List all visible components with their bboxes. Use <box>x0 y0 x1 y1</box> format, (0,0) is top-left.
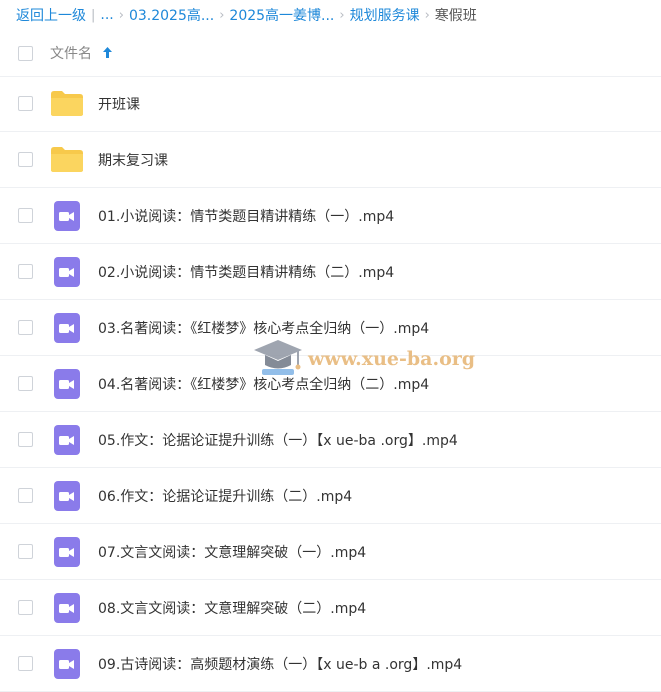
row-checkbox[interactable] <box>18 320 33 335</box>
file-row[interactable]: 开班课 <box>0 76 661 132</box>
video-file-icon[interactable] <box>50 256 84 287</box>
select-all-checkbox[interactable] <box>18 45 33 61</box>
file-name[interactable]: 07.文言文阅读：文意理解突破（一）.mp4 <box>98 542 366 562</box>
video-file-icon[interactable] <box>50 592 84 623</box>
breadcrumb-divider: | <box>91 7 96 23</box>
folder-icon[interactable] <box>50 145 84 175</box>
back-link[interactable]: 返回上一级 <box>16 5 86 25</box>
breadcrumb: 返回上一级 | ... › 03.2025高... › 2025高一姜博... … <box>16 0 477 30</box>
breadcrumb-item-3[interactable]: 规划服务课 <box>350 5 420 25</box>
row-checkbox[interactable] <box>18 488 33 503</box>
file-list-header: 文件名 <box>0 30 661 77</box>
breadcrumb-item-1[interactable]: 03.2025高... <box>129 5 214 25</box>
video-file-icon[interactable] <box>50 648 84 679</box>
file-name[interactable]: 开班课 <box>98 94 140 114</box>
row-checkbox[interactable] <box>18 656 33 671</box>
file-row[interactable]: 09.古诗阅读：高频题材演练（一）【x ue-b a .org】.mp4 <box>0 636 661 692</box>
video-file-icon[interactable] <box>50 480 84 511</box>
file-name[interactable]: 03.名著阅读：《红楼梦》核心考点全归纳（一）.mp4 <box>98 318 429 338</box>
row-checkbox[interactable] <box>18 208 33 223</box>
video-file-icon[interactable] <box>50 424 84 455</box>
breadcrumb-separator: › <box>118 7 124 23</box>
file-row[interactable]: 01.小说阅读：情节类题目精讲精练（一）.mp4 <box>0 188 661 244</box>
file-row[interactable]: 06.作文：论据论证提升训练（二）.mp4 <box>0 468 661 524</box>
breadcrumb-current: 寒假班 <box>434 8 477 24</box>
file-row[interactable]: 07.文言文阅读：文意理解突破（一）.mp4 <box>0 524 661 580</box>
video-file-icon[interactable] <box>50 368 84 399</box>
breadcrumb-ellipsis[interactable]: ... <box>100 7 113 23</box>
breadcrumb-separator: › <box>424 7 430 23</box>
row-checkbox[interactable] <box>18 264 33 279</box>
file-name[interactable]: 08.文言文阅读：文意理解突破（二）.mp4 <box>98 598 366 618</box>
row-checkbox[interactable] <box>18 544 33 559</box>
file-name[interactable]: 02.小说阅读：情节类题目精讲精练（二）.mp4 <box>98 262 394 282</box>
file-row[interactable]: 03.名著阅读：《红楼梦》核心考点全归纳（一）.mp4 <box>0 300 661 356</box>
file-row[interactable]: 期末复习课 <box>0 132 661 188</box>
file-row[interactable]: 05.作文：论据论证提升训练（一）【x ue-ba .org】.mp4 <box>0 412 661 468</box>
video-file-icon[interactable] <box>50 312 84 343</box>
file-name[interactable]: 09.古诗阅读：高频题材演练（一）【x ue-b a .org】.mp4 <box>98 654 462 674</box>
file-name[interactable]: 05.作文：论据论证提升训练（一）【x ue-ba .org】.mp4 <box>98 430 458 450</box>
file-row[interactable]: 08.文言文阅读：文意理解突破（二）.mp4 <box>0 580 661 636</box>
row-checkbox[interactable] <box>18 376 33 391</box>
breadcrumb-separator: › <box>219 7 225 23</box>
file-name[interactable]: 06.作文：论据论证提升训练（二）.mp4 <box>98 486 352 506</box>
breadcrumb-separator: › <box>339 7 345 23</box>
video-file-icon[interactable] <box>50 536 84 567</box>
file-name[interactable]: 04.名著阅读：《红楼梦》核心考点全归纳（二）.mp4 <box>98 374 429 394</box>
row-checkbox[interactable] <box>18 96 33 111</box>
folder-icon[interactable] <box>50 89 84 119</box>
arrow-up-icon[interactable] <box>103 46 113 62</box>
row-checkbox[interactable] <box>18 600 33 615</box>
breadcrumb-item-2[interactable]: 2025高一姜博... <box>229 5 334 25</box>
video-file-icon[interactable] <box>50 200 84 231</box>
row-checkbox[interactable] <box>18 432 33 447</box>
column-header-name[interactable]: 文件名 <box>50 43 113 63</box>
file-row[interactable]: 04.名著阅读：《红楼梦》核心考点全归纳（二）.mp4 <box>0 356 661 412</box>
column-header-label: 文件名 <box>50 46 92 62</box>
file-row[interactable]: 02.小说阅读：情节类题目精讲精练（二）.mp4 <box>0 244 661 300</box>
file-name[interactable]: 01.小说阅读：情节类题目精讲精练（一）.mp4 <box>98 206 394 226</box>
file-name[interactable]: 期末复习课 <box>98 150 168 170</box>
row-checkbox[interactable] <box>18 152 33 167</box>
